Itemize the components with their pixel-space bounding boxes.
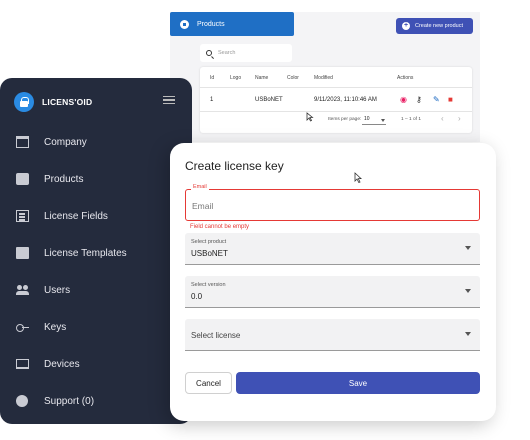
column-header[interactable]: Id	[210, 75, 214, 81]
version-select-label: Select version	[191, 282, 226, 288]
row-id: 1	[210, 97, 214, 103]
sidebar: LICENS'OID Company Products License Fiel…	[0, 78, 192, 424]
license-select-placeholder: Select license	[191, 331, 241, 340]
devices-icon	[16, 359, 29, 369]
list-icon	[16, 210, 29, 222]
sidebar-item-label: Keys	[44, 321, 67, 333]
create-product-label: Create new product	[415, 23, 463, 29]
sidebar-item-products[interactable]: Products	[0, 164, 192, 194]
product-select[interactable]: Select product USBoNET	[185, 233, 480, 265]
users-icon	[16, 284, 29, 296]
view-icon[interactable]: ◉	[400, 96, 407, 104]
cursor-icon	[354, 172, 363, 184]
delete-icon[interactable]: ■	[448, 96, 453, 104]
row-name: USBoNET	[255, 97, 283, 103]
sidebar-item-devices[interactable]: Devices	[0, 349, 192, 379]
sidebar-item-label: Users	[44, 284, 71, 296]
menu-icon[interactable]	[163, 96, 175, 104]
column-header[interactable]: Color	[287, 75, 299, 81]
column-header[interactable]: Name	[255, 75, 268, 81]
column-header[interactable]: Modified	[314, 75, 333, 81]
version-select-value: 0.0	[191, 292, 203, 301]
row-modified: 9/11/2023, 11:10:46 AM	[314, 97, 377, 103]
sidebar-item-label: License Templates	[44, 247, 127, 259]
product-select-value: USBoNET	[191, 249, 228, 258]
version-select[interactable]: Select version 0.0	[185, 276, 480, 308]
column-header[interactable]: Logo	[230, 75, 241, 81]
create-product-button[interactable]: + Create new product	[396, 18, 473, 34]
key-icon	[16, 321, 29, 333]
products-tab-label: Products	[197, 20, 225, 28]
column-header: Actions	[397, 75, 414, 81]
email-input[interactable]	[192, 201, 462, 211]
save-button[interactable]: Save	[236, 372, 480, 394]
products-icon	[180, 19, 189, 29]
product-select-label: Select product	[191, 239, 227, 245]
sidebar-item-label: License Fields	[44, 210, 108, 222]
sidebar-item-license-fields[interactable]: License Fields	[0, 201, 192, 231]
email-error: Field cannot be empty	[190, 224, 250, 230]
support-icon	[16, 395, 28, 407]
divider	[200, 111, 472, 112]
chevron-down-icon	[465, 289, 471, 293]
edit-icon[interactable]: ✎	[433, 96, 440, 104]
license-select[interactable]: Select license	[185, 319, 480, 351]
search-icon	[206, 50, 212, 56]
products-icon	[16, 173, 29, 185]
products-screen: Products + Create new product Search Id …	[170, 12, 480, 142]
sidebar-item-keys[interactable]: Keys	[0, 312, 192, 342]
email-legend: Email	[191, 184, 209, 190]
divider	[200, 87, 472, 88]
sidebar-item-label: Support (0)	[44, 395, 95, 407]
chevron-down-icon	[465, 246, 471, 250]
brand[interactable]: LICENS'OID	[14, 92, 92, 112]
email-field[interactable]: Email	[185, 184, 480, 221]
sidebar-item-support[interactable]: Support (0)	[0, 386, 192, 416]
sidebar-item-license-templates[interactable]: License Templates	[0, 238, 192, 268]
add-icon: +	[402, 22, 410, 30]
sidebar-item-label: Company	[44, 136, 87, 148]
chevron-down-icon	[465, 332, 471, 336]
building-icon	[16, 136, 29, 148]
sidebar-item-company[interactable]: Company	[0, 127, 192, 157]
template-icon	[16, 247, 29, 259]
products-table: Id Logo Name Color Modified Actions 1 US…	[200, 67, 472, 133]
dialog-title: Create license key	[185, 159, 284, 173]
search-placeholder: Search	[218, 50, 236, 56]
items-per-page-value: 10	[364, 116, 370, 122]
search-input[interactable]: Search	[200, 44, 292, 62]
items-per-page-select[interactable]: 10	[362, 116, 386, 125]
pagination-range: 1 – 1 of 1	[401, 117, 422, 122]
cancel-button[interactable]: Cancel	[185, 372, 232, 394]
key-icon[interactable]: ⚷	[416, 96, 422, 104]
prev-page-icon[interactable]: ‹	[441, 114, 444, 123]
items-per-page-label: Items per page:	[328, 117, 362, 122]
products-tab[interactable]: Products	[170, 12, 294, 36]
sidebar-item-users[interactable]: Users	[0, 275, 192, 305]
cursor-icon	[306, 112, 314, 122]
lock-logo-icon	[14, 92, 34, 112]
next-page-icon[interactable]: ›	[458, 114, 461, 123]
sidebar-item-label: Devices	[44, 358, 80, 370]
chevron-down-icon	[381, 119, 385, 122]
sidebar-item-label: Products	[44, 173, 84, 185]
create-license-key-dialog: Create license key Email Field cannot be…	[170, 143, 496, 421]
brand-name: LICENS'OID	[42, 97, 93, 107]
